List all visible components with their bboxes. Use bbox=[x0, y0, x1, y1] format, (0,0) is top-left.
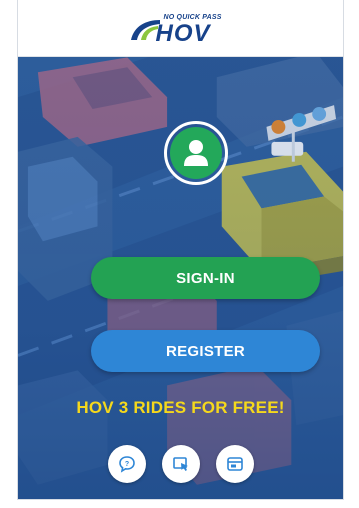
tutorial-button[interactable] bbox=[161, 445, 200, 483]
app-screen: NO QUICK PASS HOV SIGN-IN REGISTER HOV 3… bbox=[17, 0, 344, 500]
user-avatar[interactable] bbox=[164, 121, 228, 185]
hov-logo: NO QUICK PASS HOV bbox=[126, 8, 236, 48]
chat-help-icon: ? bbox=[118, 456, 135, 473]
svg-text:?: ? bbox=[124, 461, 128, 468]
app-header: NO QUICK PASS HOV bbox=[18, 0, 343, 57]
sign-in-button[interactable]: SIGN-IN bbox=[91, 257, 320, 299]
promo-text: HOV 3 RIDES FOR FREE! bbox=[76, 398, 285, 417]
cursor-window-icon bbox=[172, 457, 188, 471]
logo-text: HOV bbox=[155, 20, 211, 47]
help-chat-button[interactable]: ? bbox=[107, 445, 146, 483]
footer-icon-row: ? bbox=[18, 445, 343, 483]
avatar-circle bbox=[170, 127, 222, 179]
user-icon bbox=[184, 140, 208, 166]
register-button[interactable]: REGISTER bbox=[91, 330, 320, 372]
card-icon bbox=[226, 457, 243, 471]
card-button[interactable] bbox=[215, 445, 254, 483]
